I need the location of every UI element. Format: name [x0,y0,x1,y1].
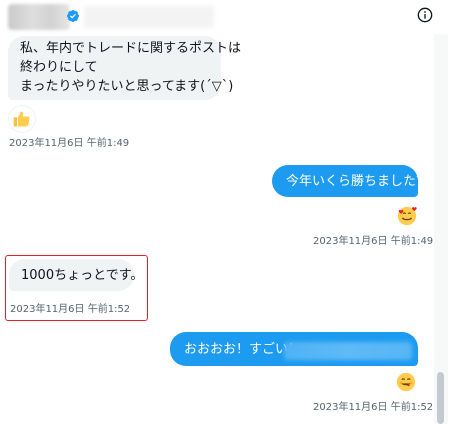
message-text-line: 私、年内でトレードに関するポストは [20,41,242,56]
verified-badge-icon [67,10,79,22]
message-text-line: 終わりにして [20,60,98,75]
smiling-face-with-hearts-icon[interactable] [396,205,418,227]
thumbs-up-reaction[interactable] [9,106,35,132]
message-text: 1000ちょっとです。 [21,268,144,283]
face-savoring-food-icon[interactable] [395,371,417,393]
avatar[interactable] [8,4,70,30]
message-timestamp: 2023年11月6日 午前1:49 [313,236,434,247]
redacted-text [284,342,412,360]
message-timestamp: 2023年11月6日 午前1:49 [9,138,130,149]
message-bubble-incoming[interactable]: 1000ちょっとです。 [9,259,144,291]
message-timestamp: 2023年11月6日 午前1:52 [313,402,434,413]
conversation-header [0,0,462,34]
scrollbar-thumb[interactable] [437,372,444,424]
message-text: 今年いくら勝ちました？ [286,174,430,189]
thumbs-up-icon [13,111,30,127]
message-text-line: まったりやりたいと思ってます(´▽`) [20,79,234,94]
message-bubble-incoming[interactable]: 私、年内でトレードに関するポストは 終わりにして まったりやりたいと思ってます(… [8,36,242,100]
user-name-redacted[interactable] [84,6,214,28]
message-bubble-outgoing[interactable]: 今年いくら勝ちました？ [272,165,430,197]
scrollbar-track[interactable] [434,34,448,424]
info-icon[interactable] [417,7,433,23]
message-timestamp: 2023年11月6日 午前1:52 [10,304,131,315]
